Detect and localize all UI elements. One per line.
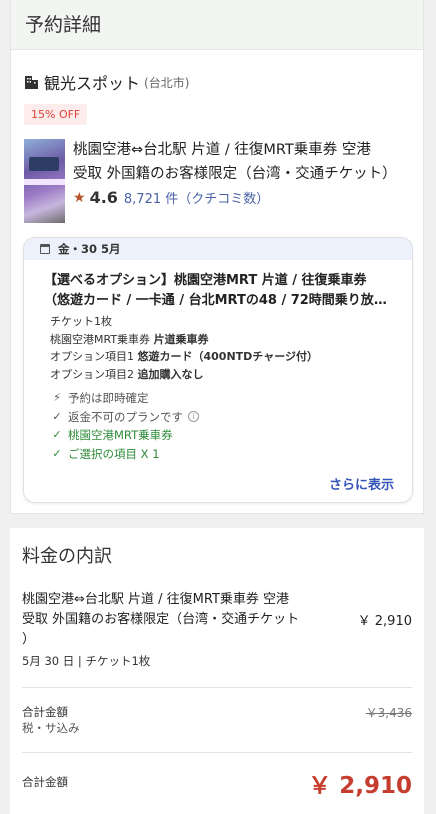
feature-list: ⚡ 予約は即時確定 ✓ 返金不可のプランです i ✓ 桃園空港MRT乗車券 ✓ … <box>50 389 199 463</box>
subtotal-block: 合計金額 税・サ込み <box>22 704 80 736</box>
discount-badge: 15% OFF <box>24 104 88 125</box>
option-title: 【選べるオプション】桃園空港MRT 片道 / 往復乗車券 （悠遊カード / 一卡… <box>44 271 396 311</box>
booking-date: 金・30 5月 <box>58 242 121 256</box>
detail-row: オプション項目2 追加購入なし <box>50 366 318 384</box>
price-breakdown-card: 料金の内訳 桃園空港⇔台北駅 片道 / 往復MRT乗車券 空港 受取 外国籍のお… <box>10 528 424 814</box>
check-icon: ✓ <box>52 446 62 460</box>
calendar-icon <box>40 244 50 254</box>
tax-note: 税・サ込み <box>22 721 80 735</box>
booking-details-card: 予約詳細 観光スポット (台北市) 15% OFF 桃園空港⇔台北駅 片道 / … <box>10 0 424 514</box>
train-stripe <box>24 179 65 185</box>
detail-row: 桃園空港MRT乗車券 片道乗車券 <box>50 331 318 349</box>
rating-row: ★ 4.6 8,721 件（クチコミ数） <box>73 188 269 207</box>
feature-text: 桃園空港MRT乗車券 <box>68 428 173 442</box>
feature-item: ✓ 桃園空港MRT乗車券 <box>50 426 199 445</box>
feature-text: 返金不可のプランです <box>68 409 183 424</box>
category-row: 観光スポット (台北市) <box>24 70 189 94</box>
total-label: 合計金額 <box>22 775 68 789</box>
line-item-subtitle: 5月 30 日 | チケット1枚 <box>22 654 151 668</box>
option-card: 金・30 5月 【選べるオプション】桃園空港MRT 片道 / 往復乗車券 （悠遊… <box>23 237 413 503</box>
check-icon: ✓ <box>52 409 62 423</box>
product-title[interactable]: 桃園空港⇔台北駅 片道 / 往復MRT乗車券 空港 受取 外国籍のお客様限定（台… <box>73 138 413 186</box>
lightning-icon: ⚡ <box>53 391 61 404</box>
rating-score: 4.6 <box>89 188 118 207</box>
review-count[interactable]: 8,721 件（クチコミ数） <box>124 188 269 207</box>
detail-label: オプション項目1 <box>50 350 134 363</box>
date-bar: 金・30 5月 <box>24 238 412 260</box>
detail-row: オプション項目1 悠遊カード（400NTDチャージ付） <box>50 348 318 366</box>
original-price: ￥3,436 <box>365 706 412 720</box>
train-window <box>29 157 59 171</box>
building-icon <box>24 74 39 90</box>
show-more-link[interactable]: さらに表示 <box>329 474 394 493</box>
category-label: 観光スポット <box>44 74 141 93</box>
feature-item: ✓ ご選択の項目 X 1 <box>50 445 199 464</box>
line-item-title: 桃園空港⇔台北駅 片道 / 往復MRT乗車券 空港 受取 外国籍のお客様限定（台… <box>22 590 312 650</box>
product-thumbnail[interactable] <box>24 139 65 223</box>
feature-item: ✓ 返金不可のプランです i <box>50 408 199 427</box>
info-icon[interactable]: i <box>188 411 199 423</box>
detail-label: オプション項目2 <box>50 367 134 381</box>
price-breakdown-title: 料金の内訳 <box>22 546 112 567</box>
divider <box>22 752 412 753</box>
ticket-count: チケット1枚 <box>50 315 112 328</box>
line-item-text: 受取 外国籍のお客様限定（台湾・交通チケット <box>22 612 300 627</box>
option-title-line: （悠遊カード / 一卡通 / 台北MRTの48 / 72時間乗り放題券） <box>44 293 396 308</box>
product-title-line: 桃園空港⇔台北駅 片道 / 往復MRT乗車券 空港 <box>73 142 371 158</box>
feature-item: ⚡ 予約は即時確定 <box>50 389 199 408</box>
subtotal-label: 合計金額 <box>22 705 68 719</box>
line-item-text: ） <box>22 632 36 647</box>
star-icon: ★ <box>73 189 86 206</box>
product-title-line: 受取 外国籍のお客様限定（台湾・交通チケット） <box>73 166 397 182</box>
check-icon: ✓ <box>52 428 62 441</box>
page-header: 予約詳細 <box>11 0 423 50</box>
detail-value: 追加購入なし <box>137 367 204 381</box>
option-title-line: 【選べるオプション】桃園空港MRT 片道 / 往復乗車券 <box>44 273 367 288</box>
detail-value: 片道乗車券 <box>153 332 209 346</box>
total-price: ￥ 2,910 <box>308 773 412 799</box>
feature-text: 予約は即時確定 <box>68 391 149 405</box>
option-details: チケット1枚 桃園空港MRT乗車券 片道乗車券 オプション項目1 悠遊カード（4… <box>50 313 318 383</box>
detail-value: 悠遊カード（400NTDチャージ付） <box>137 350 318 363</box>
divider <box>22 687 412 688</box>
line-item-text: 桃園空港⇔台北駅 片道 / 往復MRT乗車券 空港 <box>22 592 290 607</box>
city-label: (台北市) <box>144 75 190 90</box>
feature-text: ご選択の項目 X 1 <box>68 446 160 461</box>
line-item-price: ￥ 2,910 <box>357 614 412 629</box>
page-title: 予約詳細 <box>25 14 102 36</box>
detail-label: 桃園空港MRT乗車券 <box>50 332 151 346</box>
